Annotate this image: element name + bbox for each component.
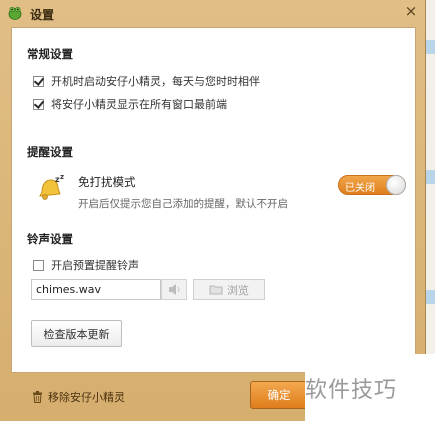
general-settings-heading: 常规设置 xyxy=(27,47,73,61)
remove-sprite-label[interactable]: 移除安仔小精灵 xyxy=(48,389,125,405)
title-bar[interactable]: 设置 × xyxy=(0,0,426,26)
play-sound-button[interactable] xyxy=(161,279,187,300)
watermark-text: 软件技巧 xyxy=(305,378,398,403)
browse-button[interactable]: 浏览 xyxy=(193,279,265,300)
desktop-item xyxy=(426,290,435,304)
desktop-item xyxy=(426,170,435,184)
option-autostart[interactable]: 开机时启动安仔小精灵，每天与您时时相伴 xyxy=(33,73,260,89)
remove-sprite-link[interactable]: 移除安仔小精灵 xyxy=(32,389,125,405)
ringtone-settings-heading: 铃声设置 xyxy=(27,232,73,246)
toggle-state-label: 已关闭 xyxy=(345,183,375,194)
check-update-button[interactable]: 检查版本更新 xyxy=(31,320,122,347)
option-preset-ringtone[interactable]: 开启预置提醒铃声 xyxy=(33,257,139,273)
browse-label: 浏览 xyxy=(227,283,249,297)
always-on-top-checkbox[interactable] xyxy=(33,98,44,110)
bell-zz-icon: z z xyxy=(39,173,64,200)
sound-file-input[interactable] xyxy=(31,279,161,300)
desktop-item xyxy=(426,40,435,54)
speaker-icon xyxy=(169,284,180,295)
option-always-on-top[interactable]: 将安仔小精灵显示在所有窗口最前端 xyxy=(33,96,227,112)
do-not-disturb-title: 免打扰模式 xyxy=(78,175,136,189)
svg-text:z: z xyxy=(60,173,64,181)
close-icon: × xyxy=(404,2,418,20)
autostart-checkbox[interactable] xyxy=(33,75,44,87)
preset-ringtone-label[interactable]: 开启预置提醒铃声 xyxy=(51,257,139,273)
window-title: 设置 xyxy=(30,8,55,22)
do-not-disturb-description: 开启后仅提示您自己添加的提醒，默认不开启 xyxy=(78,198,288,210)
preset-ringtone-checkbox[interactable] xyxy=(33,259,44,271)
autostart-label[interactable]: 开机时启动安仔小精灵，每天与您时时相伴 xyxy=(51,73,260,89)
frog-app-icon xyxy=(8,6,22,20)
always-on-top-label[interactable]: 将安仔小精灵显示在所有窗口最前端 xyxy=(51,96,227,112)
folder-icon xyxy=(209,285,223,295)
close-button[interactable]: × xyxy=(400,1,422,21)
reminder-settings-heading: 提醒设置 xyxy=(27,145,73,159)
ok-button[interactable]: 确定 xyxy=(250,381,308,409)
do-not-disturb-toggle[interactable]: 已关闭 xyxy=(338,175,406,195)
trash-icon xyxy=(33,391,42,403)
toggle-knob[interactable] xyxy=(386,175,406,195)
